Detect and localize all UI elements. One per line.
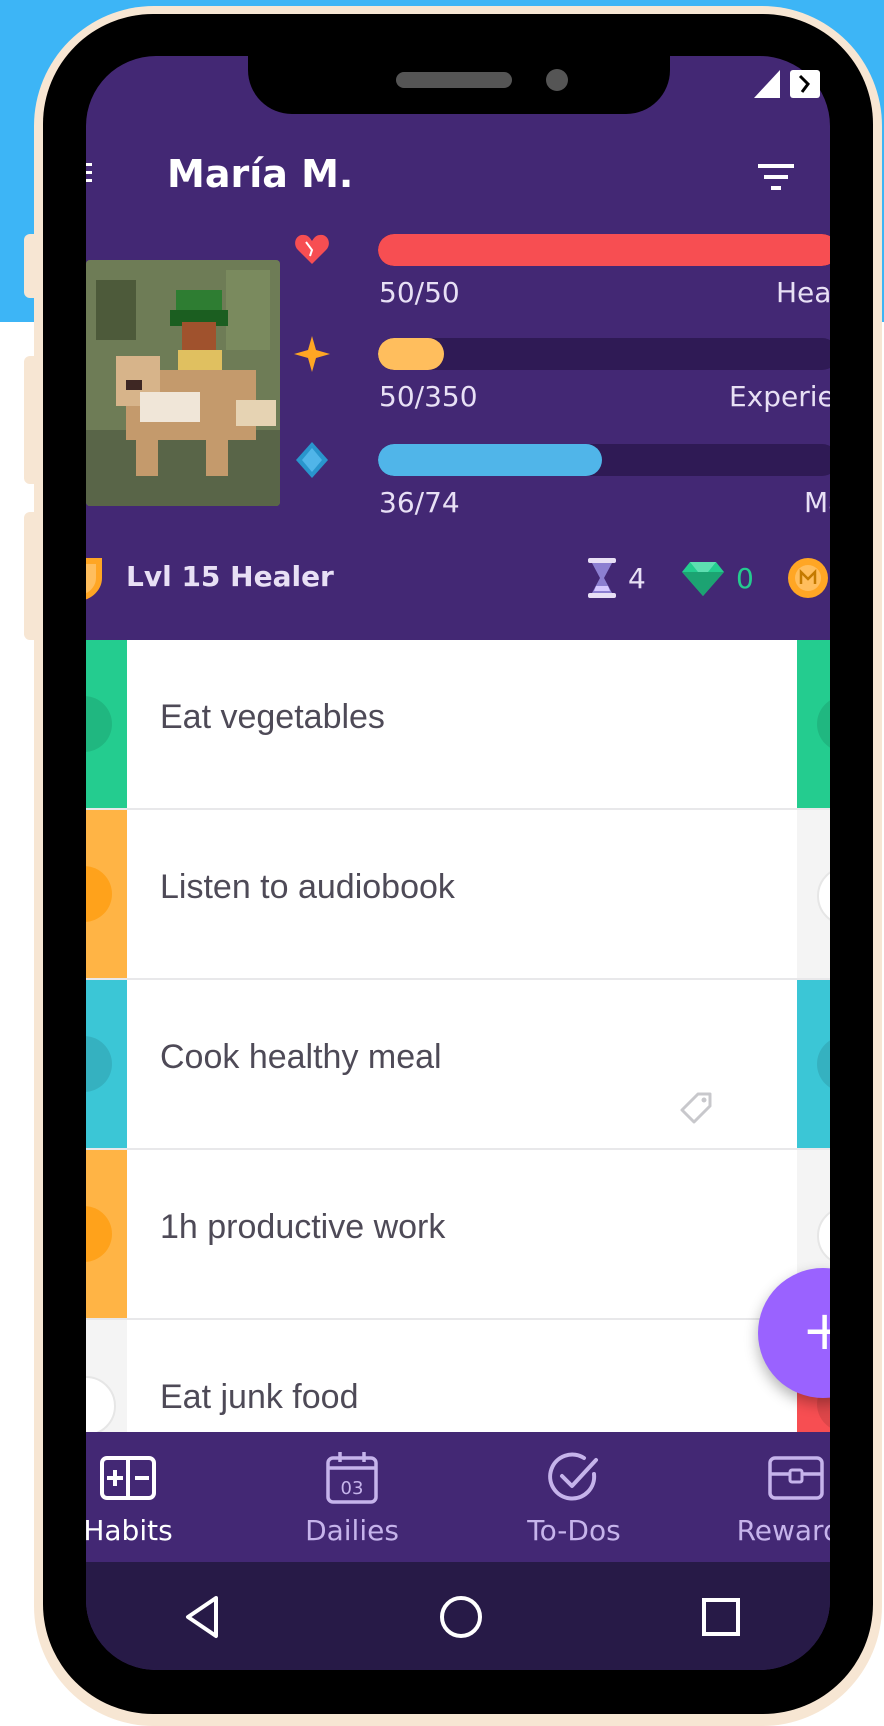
avatar[interactable] — [86, 260, 280, 506]
tab-label: Dailies — [305, 1514, 399, 1547]
health-label: Health — [776, 276, 830, 309]
shield-icon — [86, 558, 102, 600]
calendar-date: 03 — [341, 1478, 364, 1499]
gold-coin-icon — [788, 558, 828, 598]
system-nav-bar — [86, 1562, 830, 1670]
plus-button[interactable] — [86, 1206, 112, 1262]
hourglass-counter: 4 — [586, 554, 646, 602]
bottom-nav: Habits 03 Dailies To-Dos Rewar — [86, 1432, 830, 1562]
health-bar-fill — [378, 234, 830, 266]
tab-habits[interactable]: Habits — [86, 1432, 218, 1562]
heart-icon — [295, 234, 329, 264]
tag-icon — [680, 1092, 712, 1124]
habit-minus-control[interactable] — [797, 980, 830, 1148]
app-screen: María M. 50/50 Health 50/350 — [86, 56, 830, 1670]
experience-bar-fill — [378, 338, 444, 370]
plus-icon: + — [802, 1299, 830, 1362]
gem-counter: 0 — [680, 554, 754, 602]
tab-label: Habits — [86, 1514, 173, 1547]
task-text: 1h productive work — [160, 1208, 446, 1246]
list-item[interactable]: Listen to audiobook — [86, 810, 830, 980]
task-text: Cook healthy meal — [160, 1038, 442, 1076]
health-bar — [378, 234, 830, 266]
plus-button[interactable] — [86, 1376, 116, 1436]
back-icon[interactable] — [178, 1592, 228, 1642]
habits-icon — [100, 1456, 156, 1500]
habit-plus-control[interactable] — [86, 810, 127, 978]
experience-bar — [378, 338, 830, 370]
mana-bar — [378, 444, 830, 476]
habit-list: Eat vegetables Listen to audiobook Cook … — [86, 640, 830, 1500]
plus-button[interactable] — [86, 1036, 112, 1092]
minus-button[interactable] — [817, 866, 830, 926]
gold-counter — [786, 554, 830, 602]
plus-button[interactable] — [86, 866, 112, 922]
habit-plus-control[interactable] — [86, 1150, 127, 1318]
minus-button[interactable] — [817, 1036, 830, 1092]
habit-minus-control[interactable] — [797, 640, 830, 808]
mana-bar-fill — [378, 444, 602, 476]
treasure-chest-icon — [768, 1456, 824, 1500]
hourglass-icon — [588, 558, 616, 598]
tab-todos[interactable]: To-Dos — [484, 1432, 664, 1562]
star-icon — [294, 336, 330, 372]
hourglass-count: 4 — [628, 561, 646, 595]
minus-button[interactable] — [817, 696, 830, 752]
check-circle-icon — [548, 1452, 598, 1501]
list-item[interactable]: Eat vegetables — [86, 640, 830, 810]
habit-minus-control[interactable] — [797, 810, 830, 978]
gem-icon — [682, 562, 724, 596]
tab-label: To-Dos — [527, 1514, 621, 1547]
page-title: María M. — [167, 152, 354, 196]
home-icon[interactable] — [436, 1592, 486, 1642]
mana-value: 36/74 — [379, 486, 460, 519]
habit-plus-control[interactable] — [86, 640, 127, 808]
level-class: Lvl 15 Healer — [126, 560, 334, 593]
gem-count: 0 — [736, 561, 754, 595]
tab-rewards[interactable]: Rewards — [706, 1432, 830, 1562]
mana-label: Mana — [804, 486, 830, 519]
task-text: Listen to audiobook — [160, 868, 455, 906]
minus-button[interactable] — [817, 1206, 830, 1266]
recents-icon[interactable] — [696, 1592, 746, 1642]
task-text: Eat junk food — [160, 1378, 359, 1416]
menu-icon[interactable] — [86, 158, 98, 190]
experience-label: Experience — [729, 380, 830, 413]
speaker-grille — [396, 72, 512, 88]
status-bar-icons — [754, 70, 820, 98]
habit-plus-control[interactable] — [86, 980, 127, 1148]
tab-dailies[interactable]: 03 Dailies — [262, 1432, 442, 1562]
front-camera — [546, 69, 568, 91]
tab-label: Rewards — [736, 1514, 830, 1547]
health-value: 50/50 — [379, 276, 460, 309]
filter-icon[interactable] — [754, 160, 798, 194]
task-text: Eat vegetables — [160, 698, 385, 736]
calendar-icon: 03 — [326, 1452, 378, 1504]
list-item[interactable]: Cook healthy meal — [86, 980, 830, 1150]
diamond-icon — [296, 442, 328, 478]
list-item[interactable]: 1h productive work — [86, 1150, 830, 1320]
experience-value: 50/350 — [379, 380, 478, 413]
plus-button[interactable] — [86, 696, 112, 752]
